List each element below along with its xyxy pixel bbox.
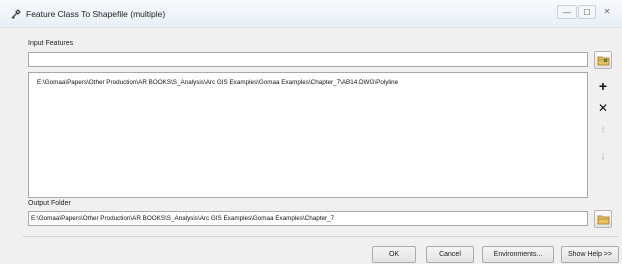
output-folder-label: Output Folder <box>28 200 71 207</box>
environments-button[interactable]: Environments... <box>482 246 554 263</box>
window-title: Feature Class To Shapefile (multiple) <box>26 9 166 19</box>
arrow-up-icon: ↑ <box>600 123 606 136</box>
close-button[interactable]: ✕ <box>599 5 615 19</box>
input-features-label: Input Features <box>28 40 74 47</box>
button-bar-divider <box>22 236 618 237</box>
ok-button[interactable]: OK <box>372 246 416 263</box>
cancel-button[interactable]: Cancel <box>426 246 474 263</box>
tool-icon <box>11 9 21 19</box>
input-features-field[interactable] <box>28 52 588 67</box>
list-item[interactable]: E:\Gomaa\Papers\Other Production\AR BOOK… <box>37 79 398 86</box>
dialog-window: Feature Class To Shapefile (multiple) — … <box>0 0 622 264</box>
input-browse-button[interactable] <box>594 51 612 69</box>
move-down-button[interactable]: ↓ <box>594 147 612 165</box>
show-help-button[interactable]: Show Help >> <box>561 246 619 263</box>
plus-icon: + <box>598 78 608 94</box>
arrow-down-icon: ↓ <box>600 149 606 162</box>
title-bar[interactable]: Feature Class To Shapefile (multiple) — … <box>0 0 622 28</box>
move-up-button[interactable]: ↑ <box>594 121 612 139</box>
folder-icon <box>597 215 609 224</box>
output-browse-button[interactable] <box>594 210 612 228</box>
remove-row-button[interactable]: ✕ <box>594 99 612 117</box>
maximize-button[interactable]: ☐ <box>578 5 596 19</box>
x-icon: ✕ <box>597 101 609 115</box>
folder-icon <box>597 56 609 65</box>
add-row-button[interactable]: + <box>594 77 612 95</box>
output-folder-field[interactable]: E:\Gomaa\Papers\Other Production\AR BOOK… <box>28 211 588 226</box>
minimize-button[interactable]: — <box>557 5 577 19</box>
input-features-list[interactable]: E:\Gomaa\Papers\Other Production\AR BOOK… <box>28 72 588 198</box>
